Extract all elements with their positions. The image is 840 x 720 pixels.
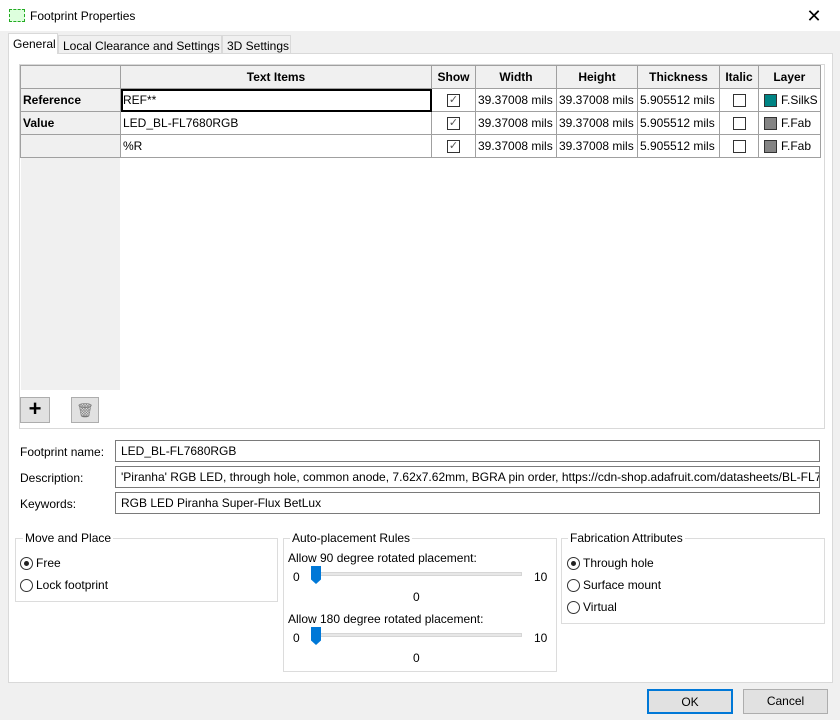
- footprint-icon: [9, 9, 25, 22]
- rot180-max: 10: [534, 631, 548, 645]
- italic-cell[interactable]: [719, 88, 759, 112]
- header-thickness[interactable]: Thickness: [637, 65, 720, 89]
- checkbox-icon[interactable]: [732, 117, 746, 131]
- text-items-grid: Text Items Show Width Height Thickness I…: [20, 65, 821, 158]
- tab-local-clearance[interactable]: Local Clearance and Settings: [58, 35, 222, 54]
- radio-free[interactable]: Free: [20, 556, 61, 571]
- show-cell[interactable]: ✓: [431, 111, 476, 135]
- window-title: Footprint Properties: [30, 9, 136, 23]
- radio-icon: [20, 579, 33, 593]
- tab-general[interactable]: General: [8, 33, 58, 54]
- height-cell[interactable]: 39.37008 mils: [556, 134, 638, 158]
- rot90-min: 0: [293, 570, 300, 584]
- height-cell[interactable]: 39.37008 mils: [556, 88, 638, 112]
- radio-icon: [20, 557, 33, 571]
- radio-lock-footprint[interactable]: Lock footprint: [20, 578, 108, 593]
- header-layer[interactable]: Layer: [758, 65, 821, 89]
- header-height[interactable]: Height: [556, 65, 638, 89]
- layer-color-swatch: [764, 140, 777, 154]
- auto-placement-title: Auto-placement Rules: [290, 531, 413, 545]
- header-show[interactable]: Show: [431, 65, 476, 89]
- layer-cell[interactable]: F.Fab: [758, 111, 821, 135]
- table-row: Value LED_BL-FL7680RGB ✓ 39.37008 mils 3…: [20, 111, 821, 135]
- row-header[interactable]: [20, 134, 121, 158]
- row-header[interactable]: Value: [20, 111, 121, 135]
- header-text-items[interactable]: Text Items: [120, 65, 432, 89]
- rot90-slider-track[interactable]: [314, 572, 522, 576]
- width-cell[interactable]: 39.37008 mils: [475, 88, 557, 112]
- italic-cell[interactable]: [719, 134, 759, 158]
- layer-cell[interactable]: F.Fab: [758, 134, 821, 158]
- rot90-max: 10: [534, 570, 548, 584]
- ok-button[interactable]: OK: [647, 689, 733, 714]
- rot180-label: Allow 180 degree rotated placement:: [288, 612, 484, 626]
- radio-through-hole[interactable]: Through hole: [567, 556, 654, 571]
- header-italic[interactable]: Italic: [719, 65, 759, 89]
- rot180-min: 0: [293, 631, 300, 645]
- table-row: %R ✓ 39.37008 mils 39.37008 mils 5.90551…: [20, 134, 821, 158]
- italic-cell[interactable]: [719, 111, 759, 135]
- description-field[interactable]: 'Piranha' RGB LED, through hole, common …: [115, 466, 820, 488]
- footprint-name-field[interactable]: LED_BL-FL7680RGB: [115, 440, 820, 462]
- radio-icon: [567, 579, 580, 593]
- text-cell[interactable]: %R: [120, 134, 432, 158]
- rot180-slider-track[interactable]: [314, 633, 522, 637]
- table-row: Reference REF** ✓ 39.37008 mils 39.37008…: [20, 88, 821, 112]
- corner-header: [20, 65, 121, 89]
- layer-cell[interactable]: F.SilkS: [758, 88, 821, 112]
- rot90-value: 0: [413, 590, 420, 604]
- height-cell[interactable]: 39.37008 mils: [556, 111, 638, 135]
- thickness-cell[interactable]: 5.905512 mils: [637, 134, 720, 158]
- close-icon[interactable]: ✕: [800, 4, 828, 28]
- text-cell[interactable]: LED_BL-FL7680RGB: [120, 111, 432, 135]
- checkbox-checked-icon[interactable]: ✓: [447, 140, 460, 154]
- move-place-title: Move and Place: [23, 531, 114, 545]
- add-field-button[interactable]: +: [20, 397, 50, 423]
- show-cell[interactable]: ✓: [431, 88, 476, 112]
- checkbox-checked-icon[interactable]: ✓: [447, 117, 460, 131]
- width-cell[interactable]: 39.37008 mils: [475, 111, 557, 135]
- tab-3d-settings[interactable]: 3D Settings: [222, 35, 291, 54]
- keywords-field[interactable]: RGB LED Piranha Super-Flux BetLux: [115, 492, 820, 514]
- header-width[interactable]: Width: [475, 65, 557, 89]
- checkbox-icon[interactable]: [732, 140, 746, 154]
- radio-virtual[interactable]: Virtual: [567, 600, 617, 615]
- show-cell[interactable]: ✓: [431, 134, 476, 158]
- footprint-name-label: Footprint name:: [20, 445, 105, 459]
- keywords-label: Keywords:: [20, 497, 77, 511]
- checkbox-checked-icon[interactable]: ✓: [447, 94, 460, 108]
- layer-color-swatch: [764, 94, 777, 108]
- description-label: Description:: [20, 471, 84, 485]
- row-header-area: [21, 157, 120, 390]
- rot180-value: 0: [413, 651, 420, 665]
- fabrication-title: Fabrication Attributes: [568, 531, 685, 545]
- cancel-button[interactable]: Cancel: [743, 689, 828, 714]
- width-cell[interactable]: 39.37008 mils: [475, 134, 557, 158]
- radio-icon: [567, 557, 580, 571]
- checkbox-icon[interactable]: [732, 94, 746, 108]
- thickness-cell[interactable]: 5.905512 mils: [637, 88, 720, 112]
- trash-icon: 🗑: [76, 402, 94, 418]
- radio-icon: [567, 601, 580, 615]
- title-bar: Footprint Properties ✕: [0, 0, 840, 32]
- delete-field-button[interactable]: 🗑: [71, 397, 99, 423]
- text-cell[interactable]: REF**: [120, 88, 432, 112]
- row-header[interactable]: Reference: [20, 88, 121, 112]
- radio-surface-mount[interactable]: Surface mount: [567, 578, 661, 593]
- thickness-cell[interactable]: 5.905512 mils: [637, 111, 720, 135]
- layer-color-swatch: [764, 117, 777, 131]
- rot90-label: Allow 90 degree rotated placement:: [288, 551, 477, 565]
